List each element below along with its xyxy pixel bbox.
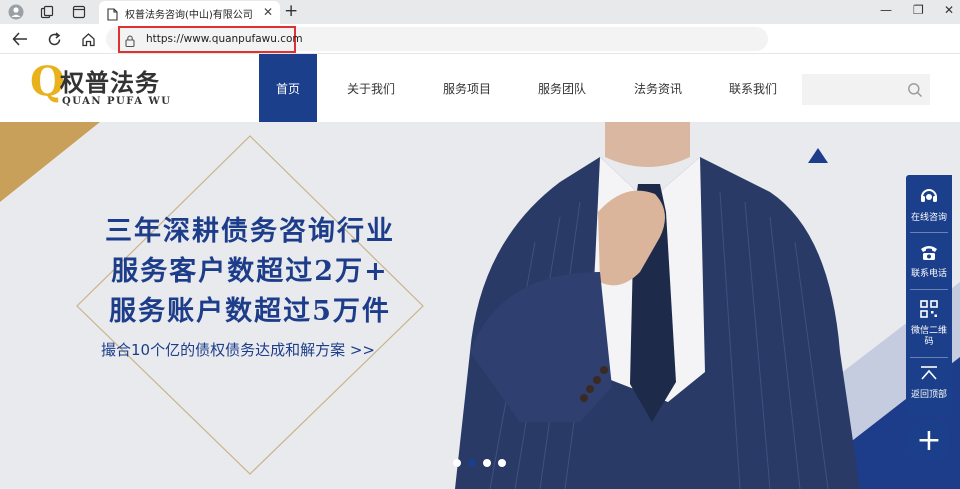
carousel-dot[interactable] [483,459,491,467]
headline-line-3: 服务账户数超过5万件 [109,296,391,327]
float-label-top: 返回顶部 [910,390,947,400]
nav-team[interactable]: 服务团队 [531,54,593,122]
float-wechat-qr[interactable]: 微信二维码 [906,299,952,348]
qr-code-icon [919,299,939,323]
tab-actions-icon[interactable] [70,3,88,21]
minimize-icon[interactable]: — [880,3,892,17]
float-label-wechat: 微信二维码 [910,326,947,347]
float-label-phone: 联系电话 [910,269,947,279]
back-to-top-icon [919,365,939,387]
browser-tab[interactable]: 权普法务咨询(中山)有限公司 ✕ [99,1,280,24]
logo-name[interactable]: 权普法务 [60,63,160,98]
nav-services[interactable]: 服务项目 [436,54,498,122]
float-contact-bar: 在线咨询 联系电话 微信二维码 返回顶部 [906,175,952,416]
expand-plus-button[interactable]: + [907,419,951,463]
nav-home[interactable]: 首页 [259,54,317,122]
float-label-consult: 在线咨询 [910,213,947,223]
headset-icon [918,185,940,211]
nav-contact[interactable]: 联系我们 [722,54,784,122]
nav-about[interactable]: 关于我们 [340,54,402,122]
refresh-icon[interactable] [44,29,64,49]
close-tab-icon[interactable]: ✕ [263,5,273,19]
float-phone[interactable]: 联系电话 [906,241,952,280]
telephone-icon [918,241,940,267]
window-close-icon[interactable]: ✕ [944,3,954,17]
float-online-consult[interactable]: 在线咨询 [906,185,952,224]
site-search [802,74,930,105]
divider [910,232,948,233]
businessman-illustration [455,122,860,489]
carousel-dots [453,459,506,467]
carousel-dot[interactable] [498,459,506,467]
profile-icon[interactable] [7,3,25,21]
nav-news[interactable]: 法务资讯 [627,54,689,122]
url-text[interactable]: https://www.quanpufawu.com [146,33,303,45]
collections-icon[interactable] [38,3,56,21]
page-icon [107,6,118,25]
home-icon[interactable] [78,29,98,49]
hero-banner[interactable]: 三年深耕债务咨询行业 服务客户数超过2万+ 服务账户数超过5万件 撮合10个亿的… [0,122,960,489]
site-search-input[interactable] [802,74,902,105]
divider [910,289,948,290]
blue-triangle-icon [808,148,828,163]
divider [910,357,948,358]
gold-corner-shape [0,122,100,202]
carousel-dot-active[interactable] [468,459,476,467]
back-icon[interactable] [10,29,30,49]
carousel-dot[interactable] [453,459,461,467]
banner-sub-link[interactable]: 撮合10个亿的债权债务达成和解方案 >> [101,339,375,360]
restore-icon[interactable]: ❐ [913,3,924,17]
new-tab-button[interactable]: + [284,1,298,21]
logo-english: QUAN PUFA WU [62,96,172,107]
headline-line-1: 三年深耕债务咨询行业 [105,216,395,247]
browser-tab-bar: 权普法务咨询(中山)有限公司 ✕ + — ❐ ✕ [0,0,960,24]
lock-icon[interactable] [125,32,135,51]
tab-title: 权普法务咨询(中山)有限公司 [125,10,253,21]
search-icon[interactable] [907,82,923,98]
headline-line-2: 服务客户数超过2万+ [111,256,389,287]
float-back-to-top[interactable]: 返回顶部 [906,365,952,401]
